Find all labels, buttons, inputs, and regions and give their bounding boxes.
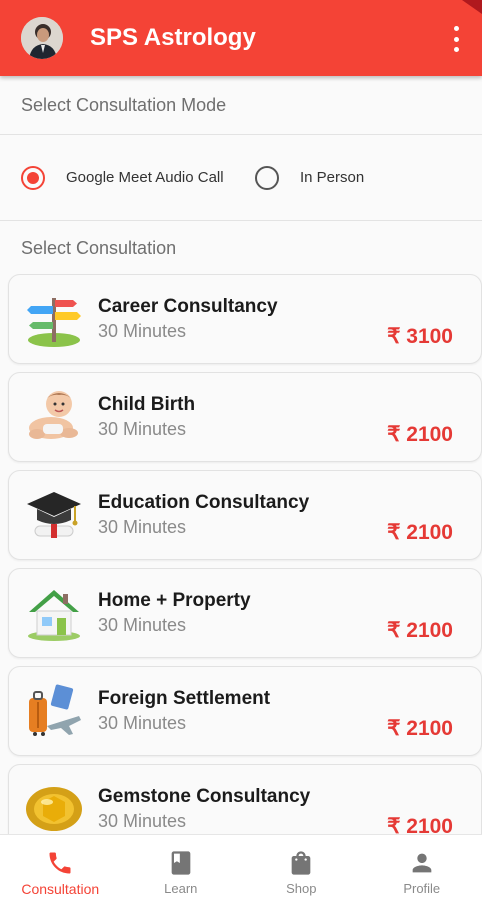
book-icon xyxy=(171,851,191,875)
app-title: SPS Astrology xyxy=(90,24,256,51)
consultation-price: ₹ 3100 xyxy=(387,325,453,348)
avatar[interactable] xyxy=(21,17,63,59)
radio-google-meet-label[interactable]: Google Meet Audio Call xyxy=(66,169,224,186)
consultation-price: ₹ 2100 xyxy=(387,423,453,446)
consultation-duration: 30 Minutes xyxy=(98,811,187,831)
consultation-heading: Select Consultation xyxy=(21,238,177,258)
house-icon xyxy=(28,590,80,641)
nav-item-learn[interactable]: Learn xyxy=(121,835,242,900)
graduation-cap-icon xyxy=(27,492,81,538)
signpost-icon xyxy=(27,298,81,347)
nav-item-consultation[interactable]: Consultation xyxy=(0,835,121,900)
radio-in-person[interactable] xyxy=(255,166,279,190)
nav-label: Consultation xyxy=(21,881,100,897)
shopping-bag-icon xyxy=(291,851,311,875)
nav-item-shop[interactable]: Shop xyxy=(241,835,362,900)
consultation-duration: 30 Minutes xyxy=(98,615,187,635)
mode-heading: Select Consultation Mode xyxy=(21,95,227,115)
radio-google-meet[interactable] xyxy=(21,166,45,190)
consultation-title: Child Birth xyxy=(98,394,196,415)
nav-item-profile[interactable]: Profile xyxy=(362,835,482,900)
consultation-card-foreign-settlement[interactable]: Foreign Settlement 30 Minutes ₹ 2100 xyxy=(8,666,482,756)
luggage-plane-icon xyxy=(29,684,81,736)
debug-banner-icon xyxy=(462,0,482,14)
bottom-navigation: Consultation Learn Shop Profile xyxy=(0,834,482,900)
consultation-card-gemstone[interactable]: Gemstone Consultancy 30 Minutes ₹ 2100 xyxy=(8,764,482,834)
consultation-card-child-birth[interactable]: Child Birth 30 Minutes ₹ 2100 xyxy=(8,372,482,462)
consultation-duration: 30 Minutes xyxy=(98,321,187,341)
consultation-title: Foreign Settlement xyxy=(98,688,271,709)
consultation-title: Career Consultancy xyxy=(98,296,278,317)
mode-radio-group: Google Meet Audio Call In Person xyxy=(0,158,482,198)
gemstone-icon xyxy=(26,787,82,831)
consultation-title: Education Consultancy xyxy=(98,492,310,513)
nav-label: Shop xyxy=(286,881,317,896)
consultation-duration: 30 Minutes xyxy=(98,517,187,537)
nav-label: Profile xyxy=(403,881,441,896)
consultation-list[interactable]: Career Consultancy 30 Minutes ₹ 3100 Chi… xyxy=(0,272,482,834)
consultation-card-education[interactable]: Education Consultancy 30 Minutes ₹ 2100 xyxy=(8,470,482,560)
consultation-card-home-property[interactable]: Home + Property 30 Minutes ₹ 2100 xyxy=(8,568,482,658)
consultation-title: Gemstone Consultancy xyxy=(98,786,311,807)
consultation-card-career[interactable]: Career Consultancy 30 Minutes ₹ 3100 xyxy=(8,274,482,364)
consultation-price: ₹ 2100 xyxy=(387,815,453,834)
nav-label: Learn xyxy=(164,881,198,896)
consultation-duration: 30 Minutes xyxy=(98,419,187,439)
profile-photo-icon xyxy=(21,17,63,59)
baby-icon xyxy=(29,391,78,439)
phone-icon xyxy=(49,852,71,874)
consultation-duration: 30 Minutes xyxy=(98,713,187,733)
radio-in-person-label[interactable]: In Person xyxy=(300,169,364,186)
consultation-price: ₹ 2100 xyxy=(387,619,453,642)
more-options-icon[interactable] xyxy=(446,26,466,52)
consultation-title: Home + Property xyxy=(98,590,251,611)
person-icon xyxy=(412,853,432,873)
consultation-price: ₹ 2100 xyxy=(387,521,453,544)
divider xyxy=(0,134,482,135)
divider xyxy=(0,220,482,221)
app-bar: SPS Astrology xyxy=(0,0,482,76)
consultation-price: ₹ 2100 xyxy=(387,717,453,740)
